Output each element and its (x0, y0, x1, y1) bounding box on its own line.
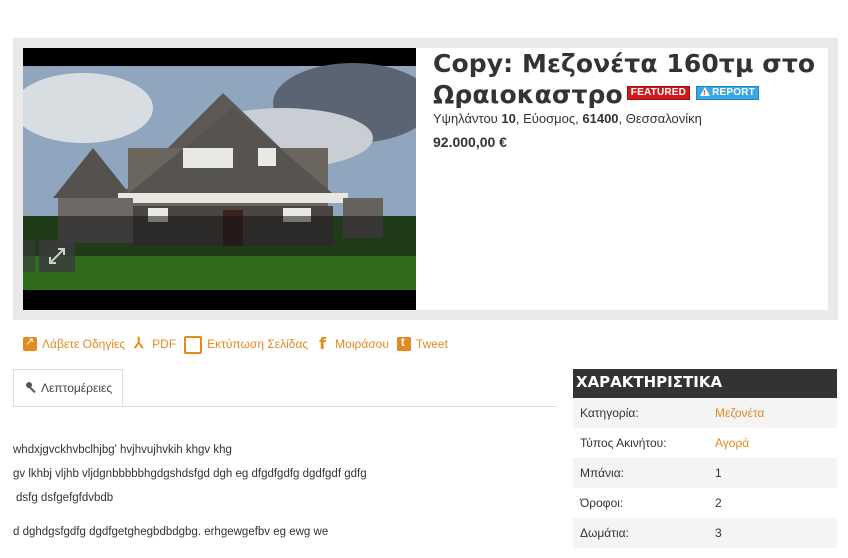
spec-row: Όροφοι: 2 (573, 488, 837, 518)
address-number: 10 (501, 111, 516, 126)
report-label: REPORT (712, 87, 755, 98)
print-icon (184, 336, 203, 354)
spec-value-type-link[interactable]: Αγορά (715, 436, 749, 450)
description-line: gv lkhbj vljhb vljdgnbbbbbhgdgshdsfgd dg… (13, 468, 367, 480)
description-line: whdxjgvckhvbclhjbg' hvjhvujhvkih khgv kh… (13, 444, 232, 456)
spec-value: 3 (715, 526, 722, 540)
listing-price: 92.000,00 € (433, 134, 507, 150)
listing-title: Copy: Μεζονέτα 160τμ στο Ωραιοκαστρο FEAT… (433, 48, 833, 110)
spec-value: 1 (715, 466, 722, 480)
directions-icon (23, 335, 37, 351)
twitter-icon (396, 335, 411, 351)
share-facebook-link[interactable]: Μοιράσου (316, 334, 389, 354)
tweet-link[interactable]: Tweet (396, 334, 448, 354)
listing-address: Υψηλάντου 10, Εύοσμος, 61400, Θεσσαλονίκ… (433, 111, 702, 126)
spec-label: Κατηγορία: (580, 406, 639, 420)
listing-description: whdxjgvckhvbclhjbg' hvjhvujhvkih khgv kh… (13, 442, 553, 548)
spec-value: 2 (715, 496, 722, 510)
tab-details-label: Λεπτομέρειες (41, 381, 113, 395)
property-photo[interactable] (23, 48, 416, 310)
action-label: Tweet (415, 337, 448, 351)
tab-details[interactable]: Λεπτομέρειες (13, 369, 123, 407)
spec-row: Τύπος Ακινήτου: Αγορά (573, 428, 837, 458)
specs-table: Κατηγορία: Μεζονέτα Τύπος Ακινήτου: Αγορ… (573, 398, 837, 548)
description-line: d dghdgsfgdfg dgdfgetghegbdbdgbg. erhgew… (13, 526, 329, 538)
featured-badge: FEATURED (626, 86, 691, 100)
address-street: Υψηλάντου (433, 111, 498, 126)
key-icon (26, 382, 38, 394)
facebook-icon (316, 334, 330, 353)
gallery-prev-handle[interactable] (23, 240, 35, 272)
spec-row: Μπάνια: 1 (573, 458, 837, 488)
spec-row: Κατηγορία: Μεζονέτα (573, 398, 837, 428)
spec-label: Μπάνια: (580, 466, 624, 480)
spec-label: Τύπος Ακινήτου: (580, 436, 667, 450)
address-zip: 61400 (582, 111, 619, 126)
action-label: Μοιράσου (335, 337, 389, 351)
get-directions-link[interactable]: Λάβετε Οδηγίες (23, 334, 125, 354)
action-label: PDF (152, 337, 177, 351)
warning-icon (700, 87, 711, 100)
print-page-link[interactable]: Εκτύπωση Σελίδας (184, 334, 308, 354)
action-label: Λάβετε Οδηγίες (42, 337, 126, 351)
spec-label: Όροφοι: (580, 496, 624, 510)
specs-title: ΧΑΡΑΚΤΗΡΙΣΤΙΚΑ (573, 369, 837, 399)
expand-icon[interactable] (39, 240, 75, 272)
action-label: Εκτύπωση Σελίδας (207, 337, 309, 351)
address-city: Θεσσαλονίκη (625, 111, 702, 126)
address-area: Εύοσμος (523, 111, 576, 126)
spec-label: Δωμάτια: (580, 526, 629, 540)
pdf-icon (133, 334, 147, 352)
listing-actions: Λάβετε Οδηγίες PDF Εκτύπωση Σελίδας Μοιρ… (23, 334, 456, 354)
pdf-link[interactable]: PDF (133, 334, 176, 354)
report-button[interactable]: REPORT (696, 86, 759, 100)
description-line: dsfg dsfgefgfdvbdb (16, 492, 114, 504)
spec-value-category-link[interactable]: Μεζονέτα (715, 406, 764, 420)
listing-title-text: Copy: Μεζονέτα 160τμ στο Ωραιοκαστρο (433, 49, 816, 109)
spec-row: Δωμάτια: 3 (573, 518, 837, 548)
tab-divider (13, 406, 557, 407)
